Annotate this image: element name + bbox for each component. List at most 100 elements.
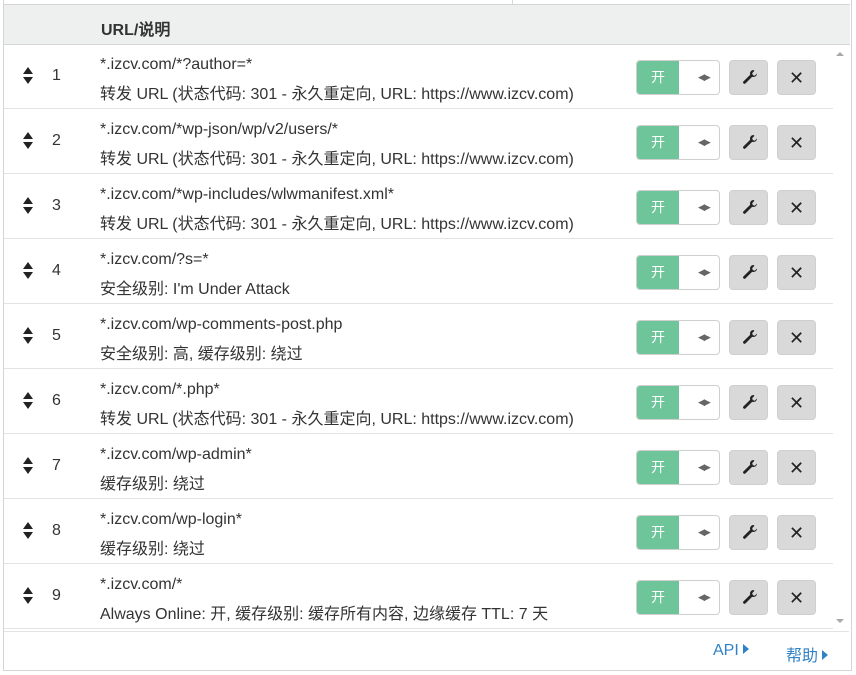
rule-toggle[interactable]: 开 ◀▶ — [636, 450, 720, 485]
wrench-icon — [743, 394, 757, 409]
sort-arrows-icon[interactable] — [23, 457, 33, 475]
close-icon: ✕ — [789, 523, 805, 543]
sort-arrows-icon[interactable] — [23, 522, 33, 540]
delete-rule-button[interactable]: ✕ — [777, 125, 816, 160]
close-icon: ✕ — [789, 458, 805, 478]
rule-toggle[interactable]: 开 ◀▶ — [636, 190, 720, 225]
rule-url: *.izcv.com/wp-comments-post.php — [100, 316, 343, 333]
caret-right-icon — [822, 650, 829, 660]
close-icon: ✕ — [789, 68, 805, 88]
close-icon: ✕ — [789, 198, 805, 218]
toggle-on-label: 开 — [637, 256, 679, 289]
edit-rule-button[interactable] — [729, 125, 768, 160]
toggle-on-label: 开 — [637, 191, 679, 224]
wrench-icon — [743, 134, 757, 149]
rule-index: 7 — [52, 457, 61, 474]
close-icon: ✕ — [789, 133, 805, 153]
close-icon: ✕ — [789, 588, 805, 608]
delete-rule-button[interactable]: ✕ — [777, 515, 816, 550]
rule-toggle[interactable]: 开 ◀▶ — [636, 125, 720, 160]
edit-rule-button[interactable] — [729, 60, 768, 95]
scroll-down-arrow-icon[interactable] — [836, 619, 844, 623]
edit-rule-button[interactable] — [729, 320, 768, 355]
rule-toggle[interactable]: 开 ◀▶ — [636, 580, 720, 615]
rule-url: *.izcv.com/*wp-json/wp/v2/users/* — [100, 121, 338, 138]
edit-rule-button[interactable] — [729, 385, 768, 420]
sort-arrows-icon[interactable] — [23, 67, 33, 85]
close-icon: ✕ — [789, 328, 805, 348]
sort-arrows-icon[interactable] — [23, 587, 33, 605]
rule-index: 6 — [52, 392, 61, 409]
delete-rule-button[interactable]: ✕ — [777, 60, 816, 95]
sort-arrows-icon[interactable] — [23, 392, 33, 410]
toggle-on-label: 开 — [637, 61, 679, 94]
edit-rule-button[interactable] — [729, 255, 768, 290]
wrench-icon — [743, 264, 757, 279]
grip-icon: ◀▶ — [698, 462, 711, 472]
rule-url: *.izcv.com/?s=* — [100, 251, 209, 268]
edit-rule-button[interactable] — [729, 190, 768, 225]
delete-rule-button[interactable]: ✕ — [777, 320, 816, 355]
toggle-on-label: 开 — [637, 321, 679, 354]
wrench-icon — [743, 459, 757, 474]
toggle-on-label: 开 — [637, 581, 679, 614]
rules-list: 1 *.izcv.com/*?author=* 转发 URL (状态代码: 30… — [4, 45, 833, 631]
wrench-icon — [743, 525, 757, 539]
rule-toggle[interactable]: 开 ◀▶ — [636, 255, 720, 290]
sort-arrows-icon[interactable] — [23, 132, 33, 150]
rule-index: 2 — [52, 132, 61, 149]
edit-rule-button[interactable] — [729, 515, 768, 550]
sort-arrows-icon[interactable] — [23, 197, 33, 215]
wrench-icon — [743, 199, 757, 214]
delete-rule-button[interactable]: ✕ — [777, 385, 816, 420]
rule-url: *.izcv.com/*wp-includes/wlwmanifest.xml* — [100, 186, 394, 203]
edit-rule-button[interactable] — [729, 580, 768, 615]
rule-row: 2 *.izcv.com/*wp-json/wp/v2/users/* 转发 U… — [4, 110, 833, 174]
rule-url: *.izcv.com/*?author=* — [100, 56, 253, 73]
close-icon: ✕ — [789, 393, 805, 413]
rule-description: 安全级别: 高, 缓存级别: 绕过 — [100, 346, 303, 363]
api-link-label: API — [713, 642, 739, 659]
rule-toggle[interactable]: 开 ◀▶ — [636, 385, 720, 420]
rule-description: 转发 URL (状态代码: 301 - 永久重定向, URL: https://… — [100, 86, 574, 103]
rule-row: 3 *.izcv.com/*wp-includes/wlwmanifest.xm… — [4, 175, 833, 239]
rule-toggle[interactable]: 开 ◀▶ — [636, 60, 720, 95]
grip-icon: ◀▶ — [698, 397, 711, 407]
rule-description: 缓存级别: 绕过 — [100, 476, 205, 493]
api-link[interactable]: API — [713, 642, 749, 660]
grip-icon: ◀▶ — [698, 72, 711, 82]
delete-rule-button[interactable]: ✕ — [777, 190, 816, 225]
grip-icon: ◀▶ — [698, 332, 711, 342]
url-description-column-label: URL/说明 — [101, 22, 171, 39]
wrench-icon — [743, 329, 757, 344]
delete-rule-button[interactable]: ✕ — [777, 580, 816, 615]
rule-row: 4 *.izcv.com/?s=* 安全级别: I'm Under Attack… — [4, 240, 833, 304]
wrench-icon — [743, 69, 757, 84]
delete-rule-button[interactable]: ✕ — [777, 255, 816, 290]
rule-row: 5 *.izcv.com/wp-comments-post.php 安全级别: … — [4, 305, 833, 369]
delete-rule-button[interactable]: ✕ — [777, 450, 816, 485]
rule-toggle[interactable]: 开 ◀▶ — [636, 515, 720, 550]
rule-index: 8 — [52, 522, 61, 539]
close-icon: ✕ — [789, 263, 805, 283]
rule-row: 9 *.izcv.com/* Always Online: 开, 缓存级别: 缓… — [4, 565, 833, 629]
sort-arrows-icon[interactable] — [23, 262, 33, 280]
rule-index: 9 — [52, 587, 61, 604]
rule-description: 缓存级别: 绕过 — [100, 541, 205, 558]
rule-toggle[interactable]: 开 ◀▶ — [636, 320, 720, 355]
rule-description: 转发 URL (状态代码: 301 - 永久重定向, URL: https://… — [100, 151, 574, 168]
help-link[interactable]: 帮助 — [786, 642, 829, 666]
rule-url: *.izcv.com/*.php* — [100, 381, 220, 398]
rule-index: 3 — [52, 197, 61, 214]
grip-icon: ◀▶ — [698, 527, 711, 537]
rule-index: 4 — [52, 262, 61, 279]
wrench-icon — [743, 590, 757, 604]
table-header: URL/说明 — [4, 4, 850, 45]
table-footer: API 帮助 — [4, 631, 849, 671]
grip-icon: ◀▶ — [698, 202, 711, 212]
scrollbar[interactable] — [833, 45, 850, 631]
edit-rule-button[interactable] — [729, 450, 768, 485]
scroll-up-arrow-icon[interactable] — [836, 52, 844, 56]
rule-row: 7 *.izcv.com/wp-admin* 缓存级别: 绕过 开 ◀▶ ✕ — [4, 435, 833, 499]
sort-arrows-icon[interactable] — [23, 327, 33, 345]
